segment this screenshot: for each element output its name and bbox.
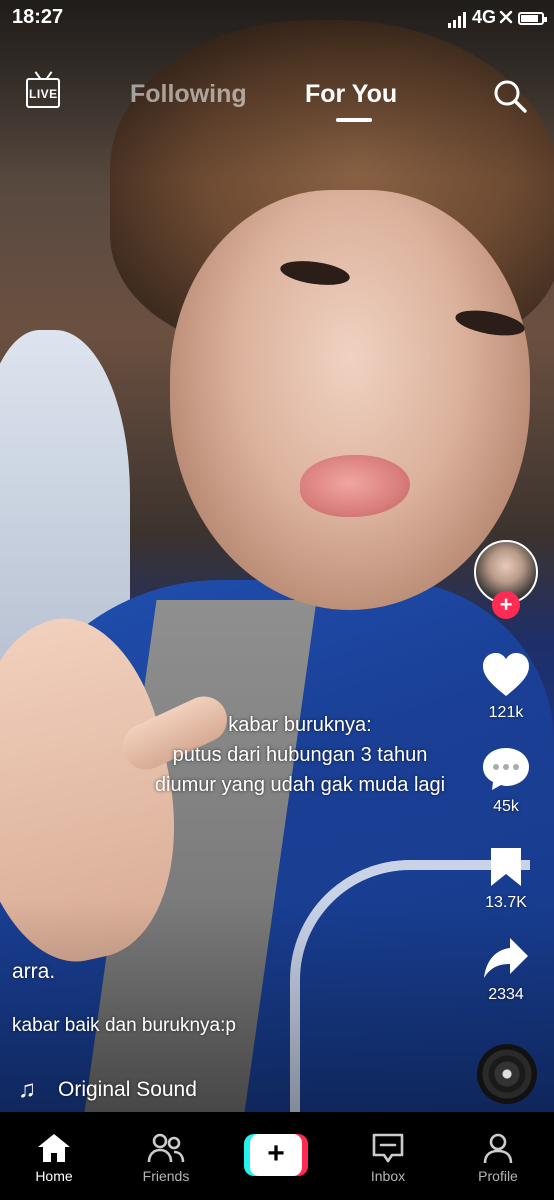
video-player[interactable] [0,0,554,1112]
signal-icon [448,12,468,28]
live-button[interactable]: LIVE [26,78,60,108]
sound-name[interactable]: Original Sound [58,1078,197,1102]
follow-plus-icon[interactable]: + [492,591,520,619]
inbox-icon [372,1133,404,1163]
home-icon [38,1134,70,1162]
share-button[interactable]: 2334 [480,936,532,1004]
music-disc-icon[interactable] [477,1044,537,1104]
video-description: kabar baik dan buruknya:p [12,1015,236,1036]
heart-icon [483,653,529,696]
bookmark-count: 13.7K [485,894,527,911]
author-name[interactable]: arra. [12,960,55,984]
status-bar: 18:27 4G [0,0,554,36]
nav-home-label: Home [35,1168,73,1184]
nav-profile-label: Profile [478,1168,518,1184]
tab-following[interactable]: Following [130,80,247,109]
bookmark-button[interactable]: 13.7K [480,846,532,912]
create-plus-icon: + [250,1134,302,1176]
video-face-shape [170,190,530,610]
friends-icon [147,1133,185,1163]
create-button[interactable]: + [244,1134,308,1176]
share-arrow-icon [484,938,528,978]
active-tab-indicator [336,118,372,122]
comment-count: 45k [493,798,519,815]
nav-inbox-label: Inbox [370,1168,406,1184]
tab-for-you[interactable]: For You [305,80,397,109]
music-note-icon: ♫ [18,1076,36,1103]
overlay-line-3: diumur yang udah gak muda lagi [154,774,446,796]
live-label: LIVE [29,87,58,101]
nav-friends-label: Friends [142,1168,190,1184]
share-count: 2334 [488,986,524,1003]
status-time: 18:27 [12,6,64,28]
search-icon[interactable] [492,78,528,114]
data-off-icon [498,9,514,27]
bottom-nav: Home Friends + Inbox Profile [0,1112,554,1200]
bookmark-icon [491,848,521,886]
nav-profile[interactable]: Profile [458,1132,538,1184]
network-type: 4G [471,7,496,27]
nav-friends[interactable]: Friends [126,1132,206,1184]
battery-icon [518,12,547,25]
video-overlay-text: kabar buruknya: putus dari hubungan 3 ta… [100,710,500,800]
profile-icon [483,1133,513,1164]
nav-inbox[interactable]: Inbox [348,1132,428,1184]
nav-home[interactable]: Home [14,1132,94,1184]
overlay-line-2: putus dari hubungan 3 tahun [172,744,428,766]
overlay-line-1: kabar buruknya: [228,714,372,736]
